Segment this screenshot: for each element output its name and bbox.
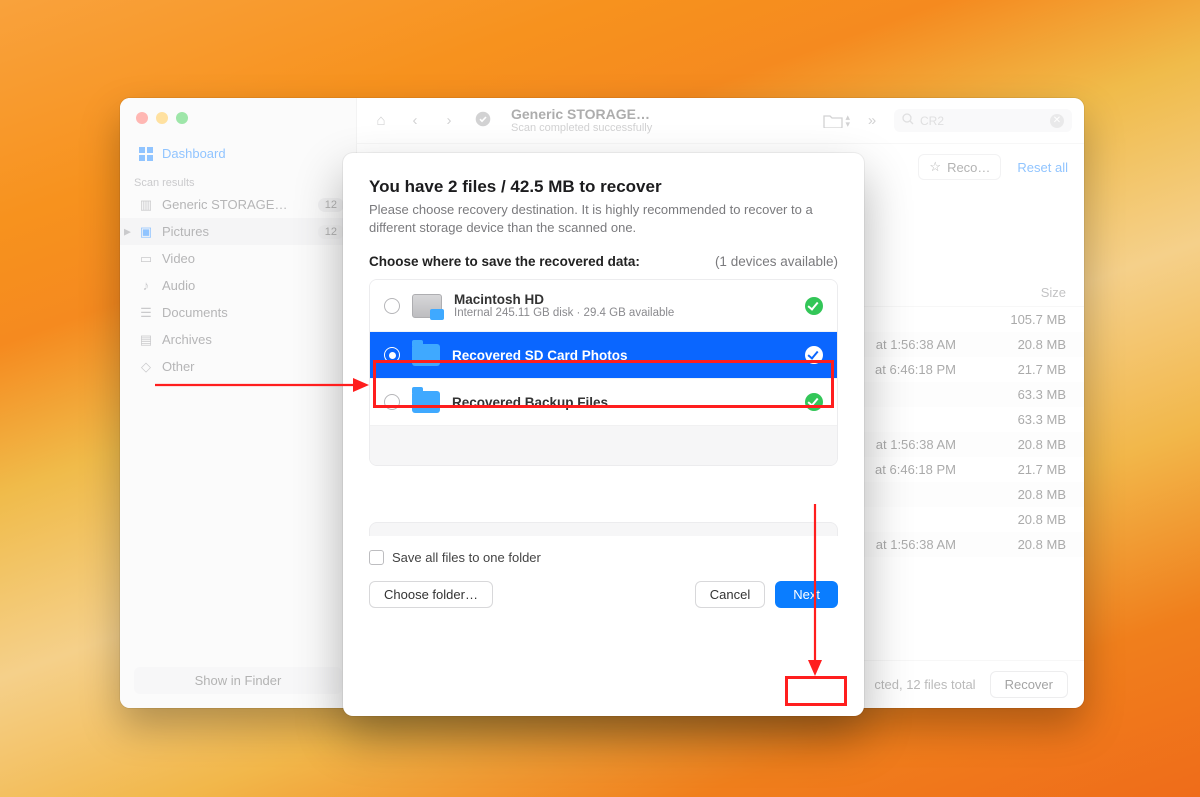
- radio-icon[interactable]: [384, 394, 400, 410]
- recover-button[interactable]: Recover: [990, 671, 1068, 698]
- sidebar-dashboard[interactable]: Dashboard: [120, 136, 356, 171]
- destination-recovered-sd[interactable]: Recovered SD Card Photos: [370, 331, 837, 378]
- audio-icon: ♪: [138, 279, 154, 293]
- folder-icon: [412, 391, 440, 413]
- forward-icon[interactable]: ›: [437, 112, 461, 129]
- column-size[interactable]: Size: [956, 285, 1066, 300]
- sidebar: Dashboard Scan results ▥ Generic STORAGE…: [120, 98, 357, 708]
- save-one-label: Save all files to one folder: [392, 550, 541, 565]
- sidebar-item-label: Other: [162, 359, 195, 374]
- cell-size: 105.7 MB: [956, 312, 1066, 327]
- sidebar-item-label: Documents: [162, 305, 228, 320]
- status-ok-icon: [805, 346, 823, 364]
- destination-detail: Internal 245.11 GB disk · 29.4 GB availa…: [454, 307, 674, 319]
- show-in-finder-button[interactable]: Show in Finder: [134, 667, 342, 694]
- sidebar-item-label: Generic STORAGE…: [162, 197, 287, 212]
- destination-placeholder: [370, 425, 837, 465]
- destination-name: Recovered Backup Files: [452, 395, 608, 410]
- cell-size: 20.8 MB: [956, 512, 1066, 527]
- cell-size: 21.7 MB: [956, 462, 1066, 477]
- sidebar-dashboard-label: Dashboard: [162, 146, 226, 161]
- internal-drive-icon: [412, 294, 442, 318]
- star-icon: ☆: [929, 159, 941, 175]
- sidebar-item-audio[interactable]: ♪ Audio: [120, 272, 356, 299]
- sidebar-section-label: Scan results: [120, 171, 356, 191]
- toolbar: ⌂ ‹ › Generic STORAGE… Scan completed su…: [357, 98, 1084, 144]
- search-value: CR2: [920, 114, 944, 128]
- destination-name: Recovered SD Card Photos: [452, 348, 628, 363]
- clear-search-icon[interactable]: ✕: [1050, 114, 1064, 128]
- folder-icon: [412, 344, 440, 366]
- sidebar-item-label: Video: [162, 251, 195, 266]
- drive-icon: ▥: [138, 198, 154, 212]
- cell-size: 20.8 MB: [956, 487, 1066, 502]
- grid-icon: [138, 147, 154, 161]
- save-all-one-folder[interactable]: Save all files to one folder: [369, 550, 838, 565]
- search-input[interactable]: CR2 ✕: [894, 109, 1072, 132]
- folder-picker-icon[interactable]: ▴▾: [823, 113, 850, 128]
- sidebar-item-label: Audio: [162, 278, 195, 293]
- overflow-icon[interactable]: »: [860, 112, 884, 129]
- cell-size: 63.3 MB: [956, 412, 1066, 427]
- destination-list: Macintosh HD Internal 245.11 GB disk · 2…: [369, 279, 838, 466]
- dialog-subtitle: Please choose recovery destination. It i…: [369, 201, 838, 236]
- minimize-window-icon[interactable]: [156, 112, 168, 124]
- chevron-right-icon: ▶: [124, 226, 131, 237]
- radio-icon[interactable]: [384, 298, 400, 314]
- other-icon: ◇: [138, 360, 154, 374]
- cell-size: 63.3 MB: [956, 387, 1066, 402]
- sidebar-item-storage[interactable]: ▥ Generic STORAGE… 12: [120, 191, 356, 218]
- search-icon: [902, 113, 914, 128]
- next-button[interactable]: Next: [775, 581, 838, 608]
- back-icon[interactable]: ‹: [403, 112, 427, 129]
- count-badge: 12: [318, 198, 344, 212]
- toolbar-title-text: Generic STORAGE…: [511, 106, 652, 122]
- destination-name: Macintosh HD: [454, 292, 674, 307]
- dialog-title: You have 2 files / 42.5 MB to recover: [369, 177, 838, 197]
- sidebar-item-other[interactable]: ◇ Other: [120, 353, 356, 380]
- sidebar-item-archives[interactable]: ▤ Archives: [120, 326, 356, 353]
- devices-available-label: (1 devices available): [715, 254, 838, 269]
- destination-recovered-backup[interactable]: Recovered Backup Files: [370, 378, 837, 425]
- window-traffic-lights: [120, 112, 356, 136]
- document-icon: ☰: [138, 306, 154, 320]
- zoom-window-icon[interactable]: [176, 112, 188, 124]
- archive-icon: ▤: [138, 333, 154, 347]
- count-badge: 12: [318, 225, 344, 239]
- recovery-destination-dialog: You have 2 files / 42.5 MB to recover Pl…: [343, 153, 864, 716]
- status-ok-icon: [805, 393, 823, 411]
- cell-size: 20.8 MB: [956, 337, 1066, 352]
- choose-label: Choose where to save the recovered data:: [369, 254, 640, 269]
- choose-folder-button[interactable]: Choose folder…: [369, 581, 493, 608]
- cell-size: 20.8 MB: [956, 437, 1066, 452]
- image-icon: ▣: [138, 225, 154, 239]
- recovery-chances-chip[interactable]: ☆ Reco…: [918, 154, 1001, 180]
- checkbox-icon[interactable]: [369, 550, 384, 565]
- sidebar-item-label: Pictures: [162, 224, 209, 239]
- toolbar-subtitle-text: Scan completed successfully: [511, 122, 652, 135]
- status-ok-icon: [805, 297, 823, 315]
- destination-placeholder: [369, 522, 838, 536]
- checkmark-circle-icon: [471, 111, 495, 131]
- reset-all-link[interactable]: Reset all: [1017, 160, 1068, 175]
- toolbar-title: Generic STORAGE… Scan completed successf…: [511, 106, 652, 135]
- cancel-button[interactable]: Cancel: [695, 581, 765, 608]
- sidebar-item-documents[interactable]: ☰ Documents: [120, 299, 356, 326]
- destination-macintosh-hd[interactable]: Macintosh HD Internal 245.11 GB disk · 2…: [370, 280, 837, 331]
- sidebar-item-video[interactable]: ▭ Video: [120, 245, 356, 272]
- sidebar-item-label: Archives: [162, 332, 212, 347]
- close-window-icon[interactable]: [136, 112, 148, 124]
- home-icon[interactable]: ⌂: [369, 112, 393, 129]
- video-icon: ▭: [138, 252, 154, 266]
- radio-icon[interactable]: [384, 347, 400, 363]
- cell-size: 20.8 MB: [956, 537, 1066, 552]
- selection-status: cted, 12 files total: [874, 677, 975, 692]
- sidebar-item-pictures[interactable]: ▶ ▣ Pictures 12: [120, 218, 356, 245]
- cell-size: 21.7 MB: [956, 362, 1066, 377]
